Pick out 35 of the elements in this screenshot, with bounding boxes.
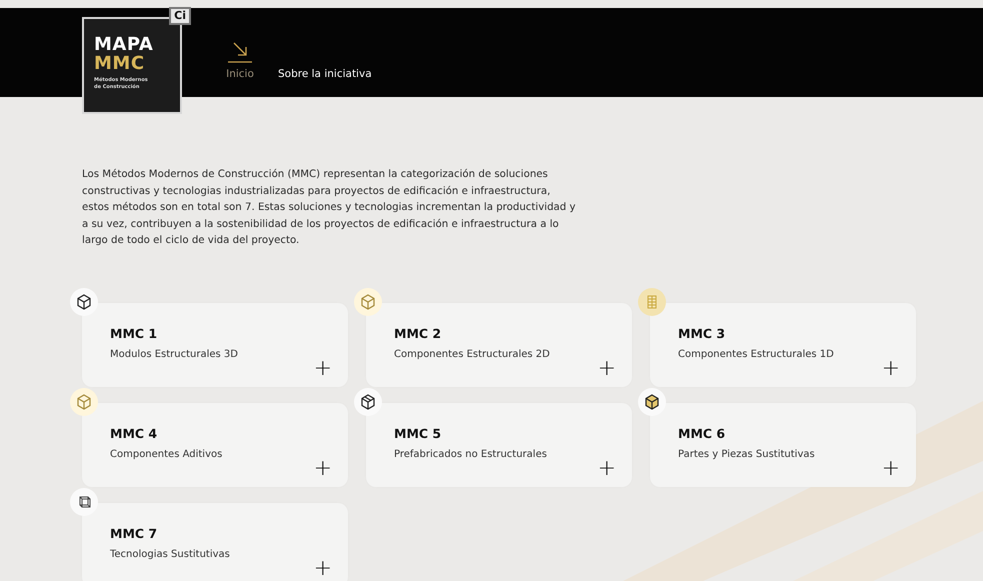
category-card[interactable]: MMC 1 Modulos Estructurales 3D + xyxy=(82,302,348,386)
card-subtitle: Componentes Aditivos xyxy=(110,448,224,460)
category-card[interactable]: MMC 6 Partes y Piezas Sustitutivas + xyxy=(650,402,916,486)
category-card[interactable]: MMC 3 Componentes Estructurales 1D + xyxy=(650,302,916,386)
logo-title: MAPA xyxy=(94,35,154,54)
expand-button[interactable]: + xyxy=(314,458,332,478)
card-title: MMC 3 xyxy=(678,326,726,340)
card-title: MMC 5 xyxy=(394,426,442,440)
card-subtitle: Prefabricados no Estructurales xyxy=(394,448,548,460)
nav-link[interactable]: Sobre la iniciativa xyxy=(278,68,372,80)
expand-button[interactable]: + xyxy=(598,458,616,478)
category-card[interactable]: MMC 7 Tecnologias Sustitutivas + xyxy=(82,502,348,581)
category-card[interactable]: MMC 5 Prefabricados no Estructurales + xyxy=(366,402,632,486)
card-subtitle: Partes y Piezas Sustitutivas xyxy=(678,448,816,460)
logo-subtitle: MMC xyxy=(94,54,146,73)
card-subtitle: Componentes Estructurales 2D xyxy=(394,348,551,360)
card-title: MMC 2 xyxy=(394,326,442,340)
intro-paragraph: Los Métodos Modernos de Construcción (MMC) representan la categorización de soluciones constructivas y tecnologias industrializadas para proyectos de edificación e infraestructura, estos métodos son en total son 7. Estas soluciones y tecnologias incrementan la productividad y a su vez, contribuyen a la sostenibilidad de los proyectos de edificación e infraestructura a lo largo de todo el ciclo de vida del proyecto. xyxy=(82,168,577,248)
card-title: MMC 4 xyxy=(110,426,158,440)
arrow-icon xyxy=(226,40,254,64)
expand-button[interactable]: + xyxy=(314,358,332,378)
category-card[interactable]: MMC 2 Componentes Estructurales 2D + xyxy=(366,302,632,386)
card-subtitle: Componentes Estructurales 1D xyxy=(678,348,835,360)
expand-button[interactable]: + xyxy=(882,358,900,378)
card-title: MMC 7 xyxy=(110,526,158,540)
nav-link[interactable]: Inicio xyxy=(226,40,254,80)
expand-button[interactable]: + xyxy=(314,558,332,578)
card-title: MMC 6 xyxy=(678,426,726,440)
category-card[interactable]: MMC 4 Componentes Aditivos + xyxy=(82,402,348,486)
card-subtitle: Modulos Estructurales 3D xyxy=(110,348,239,360)
expand-button[interactable]: + xyxy=(598,358,616,378)
card-title: MMC 1 xyxy=(110,326,158,340)
card-subtitle: Tecnologias Sustitutivas xyxy=(110,548,231,560)
logo-badge: Ci xyxy=(169,7,191,25)
expand-button[interactable]: + xyxy=(882,458,900,478)
